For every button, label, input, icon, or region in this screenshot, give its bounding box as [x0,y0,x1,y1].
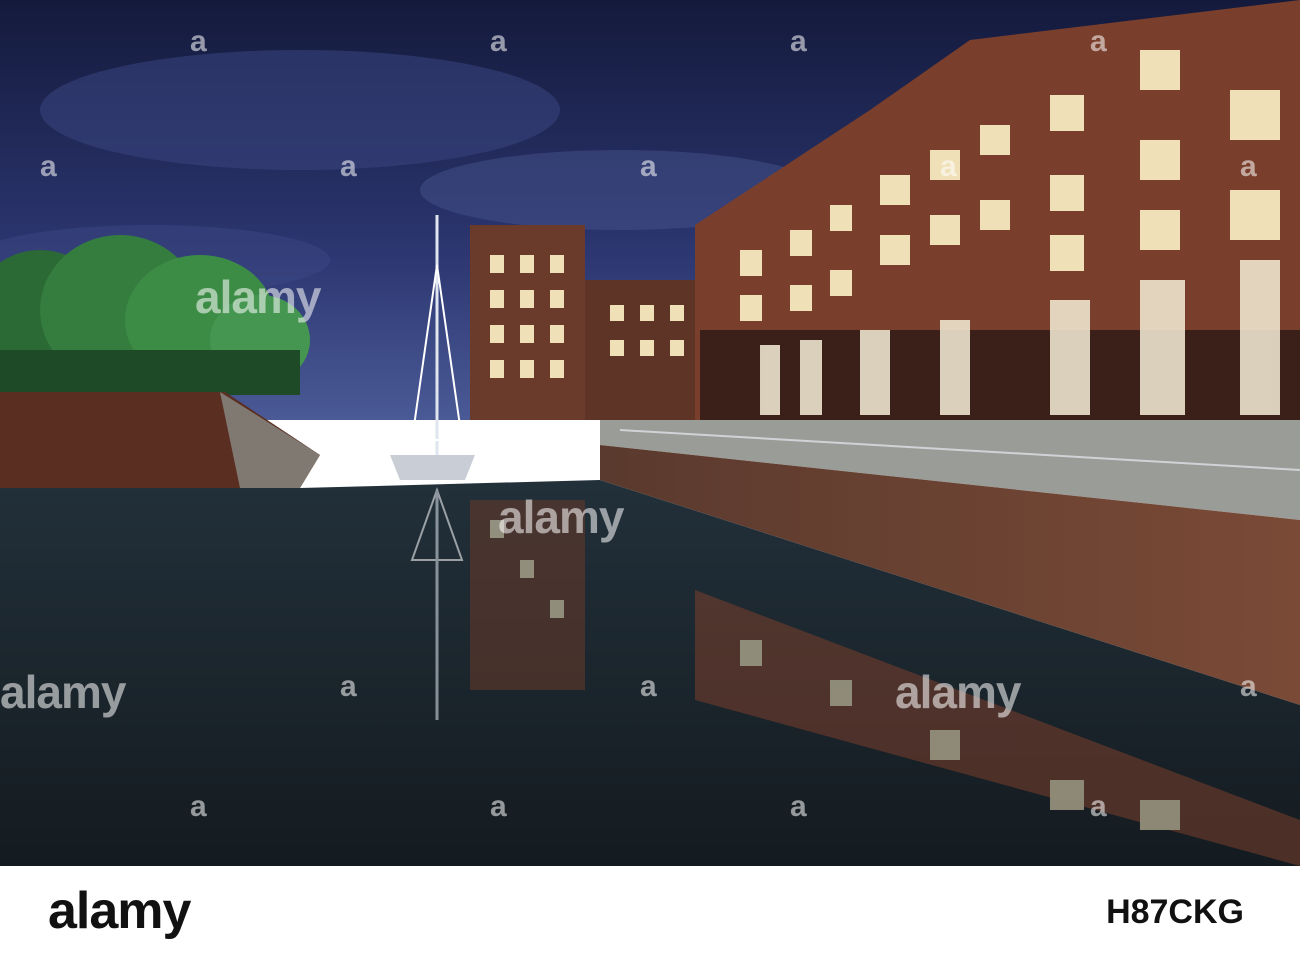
watermark-brand: alamy [895,666,1021,718]
ground-floor-arcade [700,330,1300,420]
watermark-mark: a [940,150,957,183]
watermark-mark: a [340,670,357,703]
stock-footer: alamy H87CKG [0,866,1300,956]
alamy-logo: alamy [48,882,191,940]
marina-photo: alamy alamy alamy alamy a a a a a a a a … [0,0,1300,866]
night-marina-scene [0,0,1300,866]
watermark-mark: a [640,670,657,703]
watermark-mark: a [1240,150,1257,183]
cloud [40,50,560,170]
watermark-mark: a [790,25,807,58]
watermark-mark: a [490,790,507,823]
watermark-mark: a [640,150,657,183]
distant-building [470,225,585,420]
sailboat-hull [390,455,475,480]
image-id: H87CKG [1106,893,1244,931]
watermark-mark: a [1240,670,1257,703]
watermark-brand: alamy [498,491,624,543]
watermark-mark: a [40,150,57,183]
watermark-mark: a [1090,790,1107,823]
watermark-mark: a [340,150,357,183]
watermark-mark: a [190,790,207,823]
watermark-mark: a [790,790,807,823]
watermark-mark: a [190,25,207,58]
watermark-brand: alamy [195,271,321,323]
watermark-mark: a [1090,25,1107,58]
watermark-mark: a [490,25,507,58]
watermark-brand: alamy [0,666,126,718]
